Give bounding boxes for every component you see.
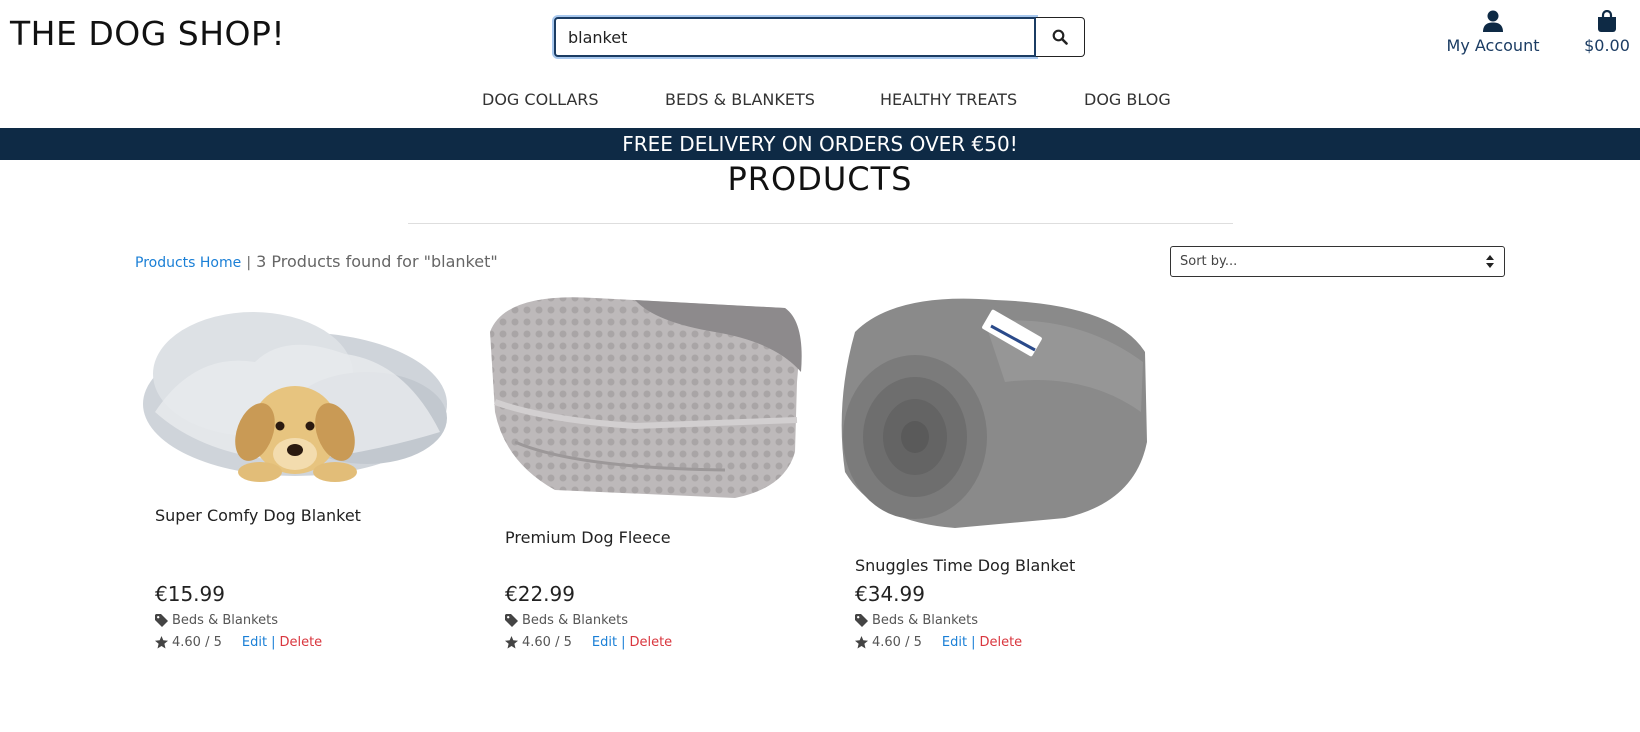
product-card: Premium Dog Fleece €22.99 Beds & Blanket… bbox=[485, 292, 805, 672]
product-name[interactable]: Premium Dog Fleece bbox=[505, 528, 671, 547]
main-nav: DOG COLLARS BEDS & BLANKETS HEALTHY TREA… bbox=[0, 90, 1640, 112]
search-button[interactable] bbox=[1036, 17, 1085, 57]
edit-link[interactable]: Edit bbox=[942, 635, 967, 650]
delete-link[interactable]: Delete bbox=[979, 635, 1022, 650]
product-category-link[interactable]: Beds & Blankets bbox=[155, 613, 278, 628]
tag-icon bbox=[505, 614, 518, 627]
delete-link[interactable]: Delete bbox=[279, 635, 322, 650]
star-icon bbox=[855, 636, 868, 649]
product-price: €34.99 bbox=[855, 582, 925, 606]
delivery-banner: FREE DELIVERY ON ORDERS OVER €50! bbox=[0, 128, 1640, 160]
nav-dog-collars[interactable]: DOG COLLARS bbox=[482, 90, 599, 109]
action-separator: | bbox=[271, 635, 276, 650]
star-icon bbox=[505, 636, 518, 649]
product-category-label: Beds & Blankets bbox=[172, 613, 279, 628]
tag-icon bbox=[855, 614, 868, 627]
title-divider bbox=[408, 223, 1233, 224]
my-account-link[interactable]: My Account bbox=[1440, 10, 1546, 55]
action-separator: | bbox=[621, 635, 626, 650]
product-price: €22.99 bbox=[505, 582, 575, 606]
breadcrumb: Products Home | 3 Products found for "bl… bbox=[135, 252, 498, 271]
results-count: 3 Products found for "blanket" bbox=[256, 252, 498, 271]
product-name[interactable]: Super Comfy Dog Blanket bbox=[155, 506, 361, 525]
breadcrumb-separator: | bbox=[246, 255, 252, 271]
product-category-link[interactable]: Beds & Blankets bbox=[505, 613, 628, 628]
action-separator: | bbox=[971, 635, 976, 650]
product-category-label: Beds & Blankets bbox=[872, 613, 979, 628]
product-rating: 4.60 / 5 bbox=[522, 635, 572, 650]
product-meta: 4.60 / 5 Edit | Delete bbox=[855, 635, 1022, 650]
nav-beds-blankets[interactable]: BEDS & BLANKETS bbox=[665, 90, 815, 109]
search-input[interactable] bbox=[554, 17, 1036, 57]
sort-select[interactable]: Sort by... bbox=[1170, 246, 1505, 277]
product-meta: 4.60 / 5 Edit | Delete bbox=[155, 635, 322, 650]
product-card: Super Comfy Dog Blanket €15.99 Beds & Bl… bbox=[135, 292, 455, 672]
search-form bbox=[554, 17, 1085, 57]
product-meta: 4.60 / 5 Edit | Delete bbox=[505, 635, 672, 650]
product-category-link[interactable]: Beds & Blankets bbox=[855, 613, 978, 628]
search-icon bbox=[1052, 29, 1068, 45]
product-name[interactable]: Snuggles Time Dog Blanket bbox=[855, 556, 1075, 575]
edit-link[interactable]: Edit bbox=[592, 635, 617, 650]
star-icon bbox=[155, 636, 168, 649]
nav-dog-blog[interactable]: DOG BLOG bbox=[1084, 90, 1171, 109]
product-image[interactable] bbox=[485, 292, 805, 510]
edit-link[interactable]: Edit bbox=[242, 635, 267, 650]
bag-total: $0.00 bbox=[1584, 36, 1630, 55]
my-account-label: My Account bbox=[1446, 36, 1540, 55]
tag-icon bbox=[155, 614, 168, 627]
site-logo[interactable]: THE DOG SHOP! bbox=[10, 14, 285, 53]
product-category-label: Beds & Blankets bbox=[522, 613, 629, 628]
product-image[interactable] bbox=[835, 292, 1155, 538]
delete-link[interactable]: Delete bbox=[629, 635, 672, 650]
product-price: €15.99 bbox=[155, 582, 225, 606]
sort-selected-value: Sort by... bbox=[1180, 254, 1238, 269]
products-home-link[interactable]: Products Home bbox=[135, 255, 241, 271]
shopping-bag-icon bbox=[1598, 10, 1616, 32]
page-title: PRODUCTS bbox=[727, 160, 913, 198]
shopping-bag-link[interactable]: $0.00 bbox=[1578, 10, 1636, 55]
sort-arrows-icon bbox=[1486, 255, 1494, 268]
user-icon bbox=[1483, 10, 1503, 32]
product-image[interactable] bbox=[135, 292, 455, 488]
nav-healthy-treats[interactable]: HEALTHY TREATS bbox=[880, 90, 1017, 109]
product-rating: 4.60 / 5 bbox=[872, 635, 922, 650]
product-card: Snuggles Time Dog Blanket €34.99 Beds & … bbox=[835, 292, 1155, 672]
product-rating: 4.60 / 5 bbox=[172, 635, 222, 650]
